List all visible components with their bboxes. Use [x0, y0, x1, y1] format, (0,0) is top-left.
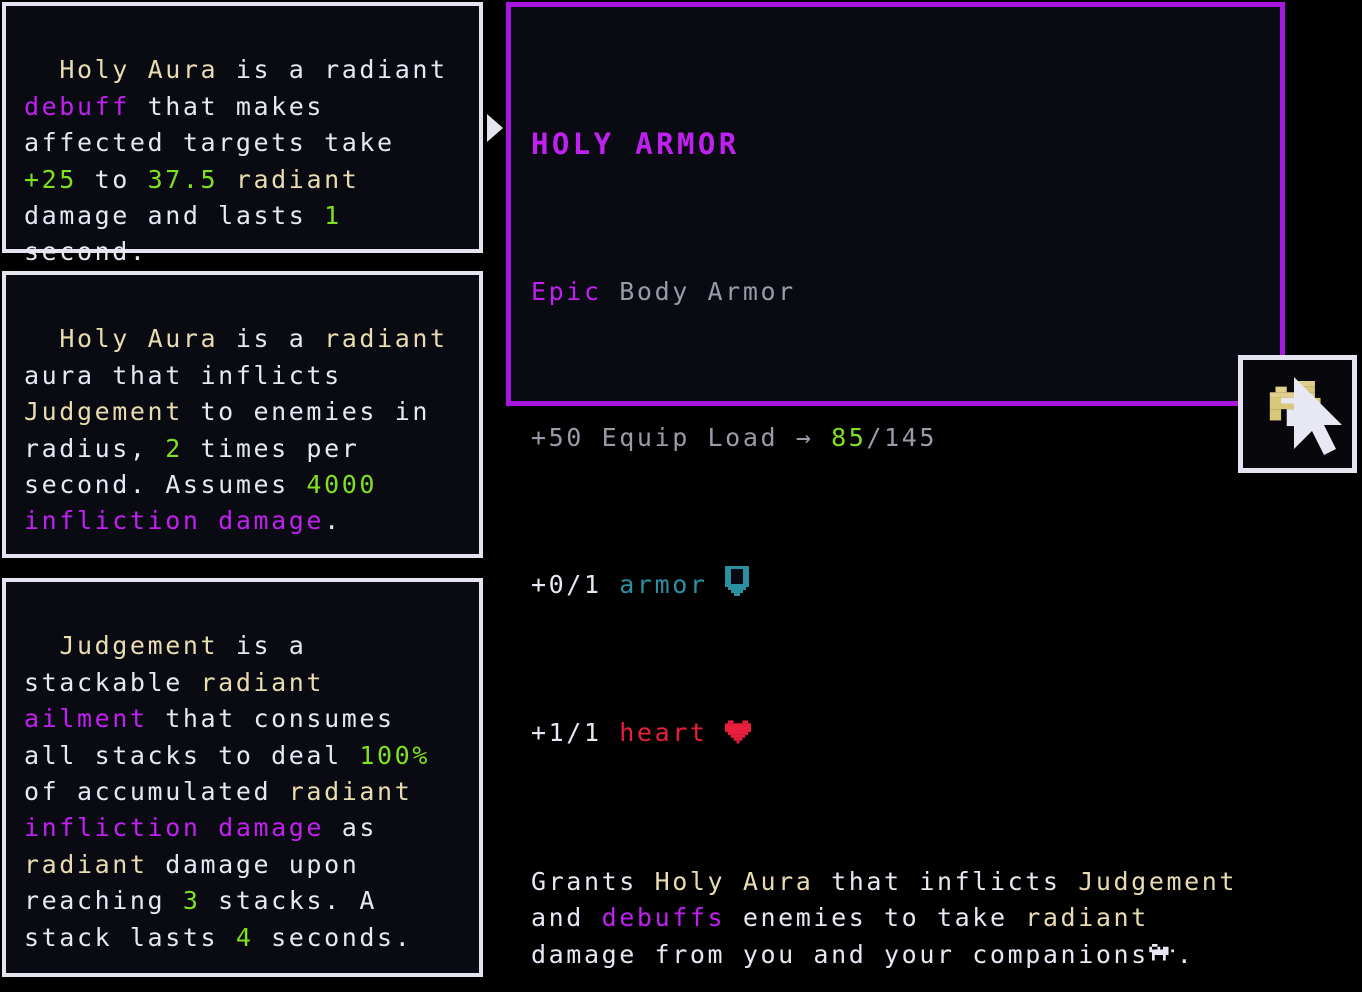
- tooltip-text: Judgement is a stackable radiant ailment…: [24, 631, 448, 951]
- equip-load-max: 145: [884, 423, 938, 453]
- slot-pointer-cursor-icon: [1294, 377, 1348, 459]
- text-span-tan: Judgement: [24, 397, 183, 427]
- item-subtitle-row: Epic Body Armor: [531, 274, 1266, 310]
- text-span-white: [412, 777, 430, 806]
- text-span-tan: Judgement: [59, 631, 219, 661]
- text-span-green: +25: [24, 164, 77, 194]
- text-span-white: that inflicts: [813, 866, 1079, 896]
- text-span-green: 37.5: [147, 164, 219, 194]
- stat-amount: +1/1: [531, 718, 602, 748]
- equip-load-separator: /: [866, 423, 885, 453]
- item-detail-panel: HOLY ARMOR Epic Body Armor +50 Equip Loa…: [506, 2, 1285, 969]
- text-span-white: .: [324, 506, 342, 536]
- text-span-green: 4000: [306, 470, 378, 500]
- text-span-white: is a: [218, 324, 325, 354]
- stat-amount: +0/1: [531, 569, 602, 599]
- inventory-slot-body-armor[interactable]: [1238, 355, 1357, 473]
- item-rarity: Epic: [531, 277, 602, 307]
- tooltip-judgement: Judgement is a stackable radiant ailment…: [2, 578, 483, 977]
- tooltip-holy-aura-debuff: Holy Aura is a radiant debuff that makes…: [2, 2, 503, 266]
- text-span-white: [377, 470, 395, 499]
- arrow-right-icon: →: [795, 423, 814, 453]
- text-span-tan: Holy Aura: [654, 866, 814, 896]
- text-span-white: is a radiant: [218, 55, 466, 85]
- heart-icon: [725, 718, 752, 754]
- tooltip-text: Holy Aura is a radiant debuff that makes…: [24, 55, 465, 266]
- equip-load-row: +50 Equip Load → 85/145: [531, 420, 1266, 456]
- text-span-white: seconds.: [253, 922, 413, 952]
- text-span-green: 3: [182, 886, 201, 916]
- text-span-tan: radiant: [24, 849, 148, 879]
- text-span-green: 1: [324, 201, 342, 231]
- text-span-tan: radiant: [288, 777, 413, 807]
- text-span-purple: debuff: [24, 91, 130, 121]
- text-span-tan: radiant: [324, 324, 448, 354]
- text-span-tan: Judgement: [1078, 866, 1238, 896]
- tooltip-pointer-icon: [487, 114, 503, 142]
- item-slot-type: Body Armor: [619, 277, 796, 307]
- text-span-white: enemies to take: [725, 903, 1026, 933]
- equip-load-label: Equip Load: [601, 423, 779, 453]
- text-span-white: [218, 165, 236, 194]
- text-span-white: to: [76, 164, 148, 194]
- text-span-purple: infliction damage: [24, 813, 325, 843]
- armor-icon: [725, 565, 750, 606]
- text-span-tan: radiant: [1025, 903, 1149, 933]
- item-title: HOLY ARMOR: [531, 127, 740, 162]
- item-description-tail: .: [1176, 939, 1195, 969]
- text-span-white: Grants: [531, 866, 655, 896]
- text-span-white: as: [324, 813, 395, 843]
- text-span-white: [324, 668, 342, 697]
- text-span-tan: Holy Aura: [59, 55, 219, 85]
- equip-load-bonus: +50: [531, 423, 584, 453]
- item-description: Grants Holy Aura that inflicts Judgement…: [531, 864, 1266, 976]
- text-span-purple: ailment: [24, 704, 148, 734]
- text-span-purple: debuffs: [601, 903, 726, 933]
- tooltip-holy-aura: Holy Aura is a radiant aura that inflict…: [2, 271, 483, 558]
- text-span-purple: infliction damage: [24, 506, 325, 536]
- stat-row-armor: +0/1 armor: [531, 565, 1266, 606]
- text-span-green: 2: [165, 433, 183, 463]
- text-span-tan: Holy Aura: [59, 324, 219, 354]
- equip-load-current: 85: [831, 423, 867, 453]
- tooltip-text: Holy Aura is a radiant aura that inflict…: [24, 324, 465, 535]
- item-description-text: Grants Holy Aura that inflicts Judgement…: [531, 867, 1255, 969]
- stat-label: heart: [619, 718, 708, 748]
- text-span-tan: radiant: [200, 667, 325, 697]
- stat-row-heart: +1/1 heart: [531, 715, 1266, 754]
- text-span-green: 100%: [359, 740, 430, 770]
- text-span-tan: radiant: [235, 164, 360, 194]
- stat-label: armor: [619, 569, 708, 599]
- text-span-green: 4: [235, 922, 254, 952]
- pointer-cursor-icon: [1149, 940, 1177, 976]
